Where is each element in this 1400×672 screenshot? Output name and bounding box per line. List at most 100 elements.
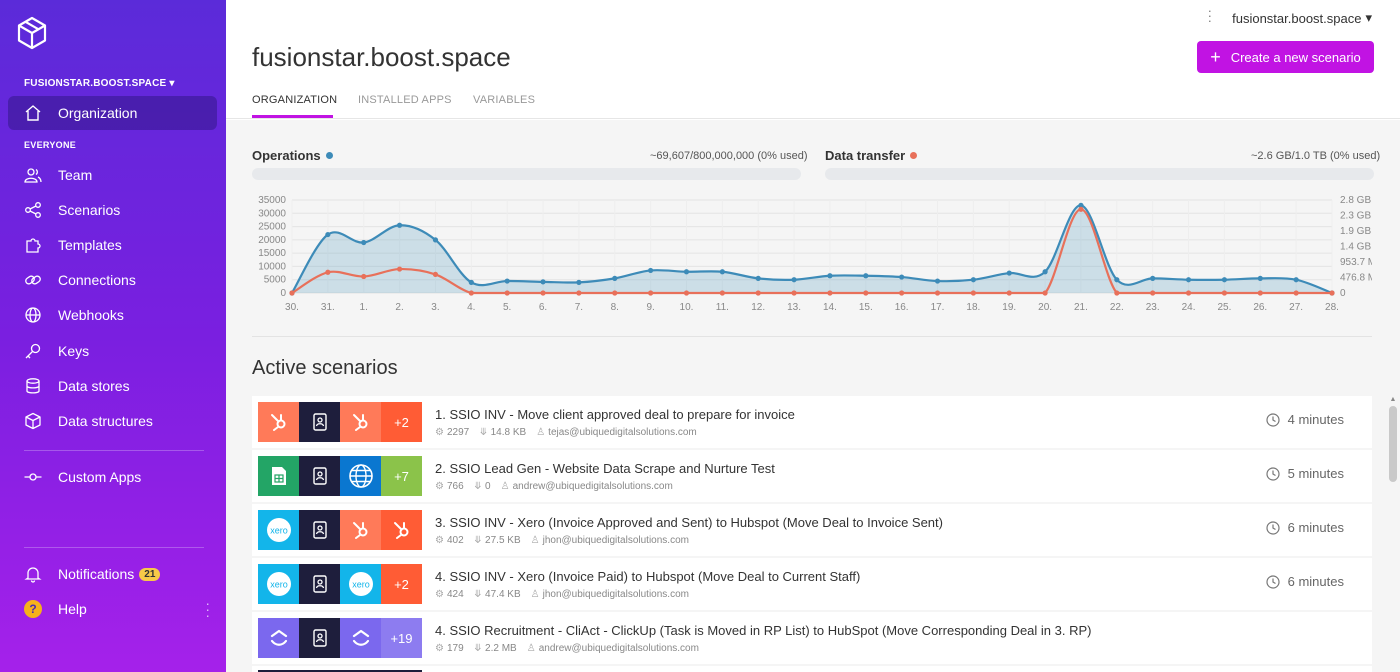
more-apps-count: +19 bbox=[381, 618, 422, 658]
page-header: · · · fusionstar.boost.space ▾ fusionstar.… bbox=[226, 0, 1400, 119]
data-transfer-label-text: Data transfer bbox=[825, 148, 906, 163]
y-axis-tick-label: 20000 bbox=[258, 235, 286, 246]
sidebar-item-keys[interactable]: Keys bbox=[8, 334, 217, 368]
scenario-row[interactable]: +2 1. SSIO INV - Move client approved de… bbox=[252, 396, 1372, 448]
data-point-operations bbox=[899, 274, 905, 280]
scenario-name[interactable]: 3. SSIO INV - Xero (Invoice Approved and… bbox=[435, 515, 943, 530]
scenario-schedule: 6 minutes bbox=[1266, 520, 1344, 535]
x-axis-tick-label: 9. bbox=[646, 302, 654, 313]
data-point-operations bbox=[1006, 270, 1012, 276]
y-axis-tick-label: 15000 bbox=[258, 248, 286, 259]
sidebar-item-help[interactable]: ? Help bbox=[8, 592, 217, 626]
data-point-operations bbox=[576, 279, 582, 285]
data-point-operations bbox=[1293, 277, 1299, 283]
cube-icon bbox=[23, 411, 43, 431]
sidebar-item-team[interactable]: Team bbox=[8, 158, 217, 192]
data-point-operations bbox=[1150, 275, 1156, 281]
data-point-data-transfer bbox=[396, 266, 403, 272]
scenario-name[interactable]: 4. SSIO Recruitment - CliAct - ClickUp (… bbox=[435, 623, 1092, 638]
data-point-operations bbox=[432, 237, 439, 243]
more-apps-count: +2 bbox=[381, 402, 422, 442]
y2-axis-tick-label: 2.8 GB bbox=[1340, 195, 1371, 206]
scenario-name[interactable]: 1. SSIO INV - Move client approved deal … bbox=[435, 407, 795, 422]
sidebar-item-organization[interactable]: Organization bbox=[8, 96, 217, 130]
xero-tile-label: xero bbox=[270, 580, 288, 590]
data-point-data-transfer bbox=[1150, 290, 1156, 296]
scrollbar[interactable]: ▲ bbox=[1388, 396, 1398, 672]
organization-switcher[interactable]: FUSIONSTAR.BOOST.SPACE ▾ bbox=[24, 78, 175, 89]
x-axis-tick-label: 25. bbox=[1217, 302, 1231, 313]
scenario-row[interactable]: xero 3. SSIO INV - Xero (Invoice Approve… bbox=[252, 504, 1372, 556]
scenario-name[interactable]: 4. SSIO INV - Xero (Invoice Paid) to Hub… bbox=[435, 569, 860, 584]
sidebar-item-label: Scenarios bbox=[58, 202, 121, 218]
x-axis-tick-label: 21. bbox=[1074, 302, 1088, 313]
data-point-data-transfer bbox=[289, 290, 295, 296]
scenario-name[interactable]: 2. SSIO Lead Gen - Website Data Scrape a… bbox=[435, 461, 775, 476]
scenario-app-tiles: +7 bbox=[258, 456, 422, 496]
x-axis-tick-label: 19. bbox=[1002, 302, 1016, 313]
scenario-owner: andrew@ubiquedigitalsolutions.com bbox=[538, 643, 699, 654]
x-axis-tick-label: 4. bbox=[467, 302, 475, 313]
clock-icon bbox=[1266, 520, 1280, 535]
clock-icon bbox=[1266, 574, 1280, 589]
sidebar-item-data-stores[interactable]: Data stores bbox=[8, 369, 217, 403]
data-size: 27.5 KB bbox=[485, 535, 521, 546]
scenario-row[interactable]: +7 2. SSIO Lead Gen - Website Data Scrap… bbox=[252, 450, 1372, 502]
data-point-operations bbox=[540, 279, 546, 285]
operations-label-text: Operations bbox=[252, 148, 321, 163]
sidebar-item-scenarios[interactable]: Scenarios bbox=[8, 193, 217, 227]
x-axis-tick-label: 6. bbox=[539, 302, 547, 313]
operations-count: 2297 bbox=[446, 427, 470, 438]
tab-organization[interactable]: ORGANIZATION bbox=[252, 94, 337, 106]
x-axis-tick-label: 3. bbox=[431, 302, 439, 313]
sidebar-item-webhooks[interactable]: Webhooks bbox=[8, 298, 217, 332]
data-point-operations bbox=[1185, 277, 1192, 283]
data-point-data-transfer bbox=[1078, 206, 1084, 212]
scroll-up-icon[interactable]: ▲ bbox=[1388, 396, 1398, 403]
hubspot-icon bbox=[381, 510, 422, 550]
sidebar-item-templates[interactable]: Templates bbox=[8, 228, 217, 262]
more-vertical-icon[interactable]: · · · bbox=[205, 596, 210, 622]
data-transfer-usage-value: ~2.6 GB/1.0 TB (0% used) bbox=[1251, 150, 1381, 162]
x-axis-tick-label: 23. bbox=[1146, 302, 1160, 313]
x-axis-tick-label: 15. bbox=[859, 302, 873, 313]
data-point-data-transfer bbox=[1329, 290, 1335, 296]
x-axis-tick-label: 1. bbox=[360, 302, 368, 313]
xero-icon: xero bbox=[340, 564, 381, 604]
sidebar-item-label: Data structures bbox=[58, 413, 153, 429]
help-glyph: ? bbox=[24, 600, 42, 618]
x-axis-tick-label: 27. bbox=[1289, 302, 1303, 313]
scenario-row[interactable] bbox=[252, 666, 1372, 672]
tab-installed-apps[interactable]: INSTALLED APPS bbox=[358, 94, 452, 106]
clickup-icon bbox=[340, 618, 381, 658]
tab-variables[interactable]: VARIABLES bbox=[473, 94, 535, 106]
more-vertical-icon[interactable]: · · · bbox=[1208, 4, 1212, 27]
account-switcher[interactable]: fusionstar.boost.space ▾ bbox=[1232, 10, 1372, 26]
scenario-row[interactable]: +19 4. SSIO Recruitment - CliAct - Click… bbox=[252, 612, 1372, 664]
clickup-icon bbox=[258, 618, 299, 658]
link-icon bbox=[23, 270, 43, 290]
data-point-data-transfer bbox=[1185, 290, 1192, 296]
y2-axis-tick-label: 1.4 GB bbox=[1340, 242, 1371, 253]
home-icon bbox=[23, 103, 43, 123]
schedule-interval: 5 minutes bbox=[1287, 466, 1344, 481]
scrollbar-thumb[interactable] bbox=[1389, 406, 1397, 482]
sidebar-item-data-structures[interactable]: Data structures bbox=[8, 404, 217, 438]
operations-count: 766 bbox=[446, 481, 464, 492]
contacts-icon bbox=[299, 564, 340, 604]
sidebar-item-custom-apps[interactable]: Custom Apps bbox=[8, 460, 217, 494]
data-point-data-transfer bbox=[504, 290, 510, 296]
create-scenario-button[interactable]: + Create a new scenario bbox=[1197, 41, 1374, 73]
boost-space-logo-icon[interactable] bbox=[16, 16, 48, 50]
schedule-interval: 6 minutes bbox=[1287, 574, 1344, 589]
sidebar-item-notifications[interactable]: Notifications 21 bbox=[8, 557, 217, 591]
scenario-row[interactable]: xero xero +2 4. SSIO INV - Xero (Invoice… bbox=[252, 558, 1372, 610]
sidebar-item-connections[interactable]: Connections bbox=[8, 263, 217, 297]
scenario-meta: ⚙ 424 ⤋ 47.4 KB ♙ jhon@ubiquedigitalsolutio… bbox=[435, 589, 693, 600]
team-icon bbox=[23, 165, 43, 185]
contacts-icon bbox=[299, 510, 340, 550]
scenario-meta: ⚙ 2297 ⤋ 14.8 KB ♙ tejas@ubiquedigitalsolut… bbox=[435, 427, 701, 438]
data-point-data-transfer bbox=[827, 290, 833, 296]
data-point-data-transfer bbox=[432, 271, 439, 277]
data-point-data-transfer bbox=[755, 290, 761, 296]
